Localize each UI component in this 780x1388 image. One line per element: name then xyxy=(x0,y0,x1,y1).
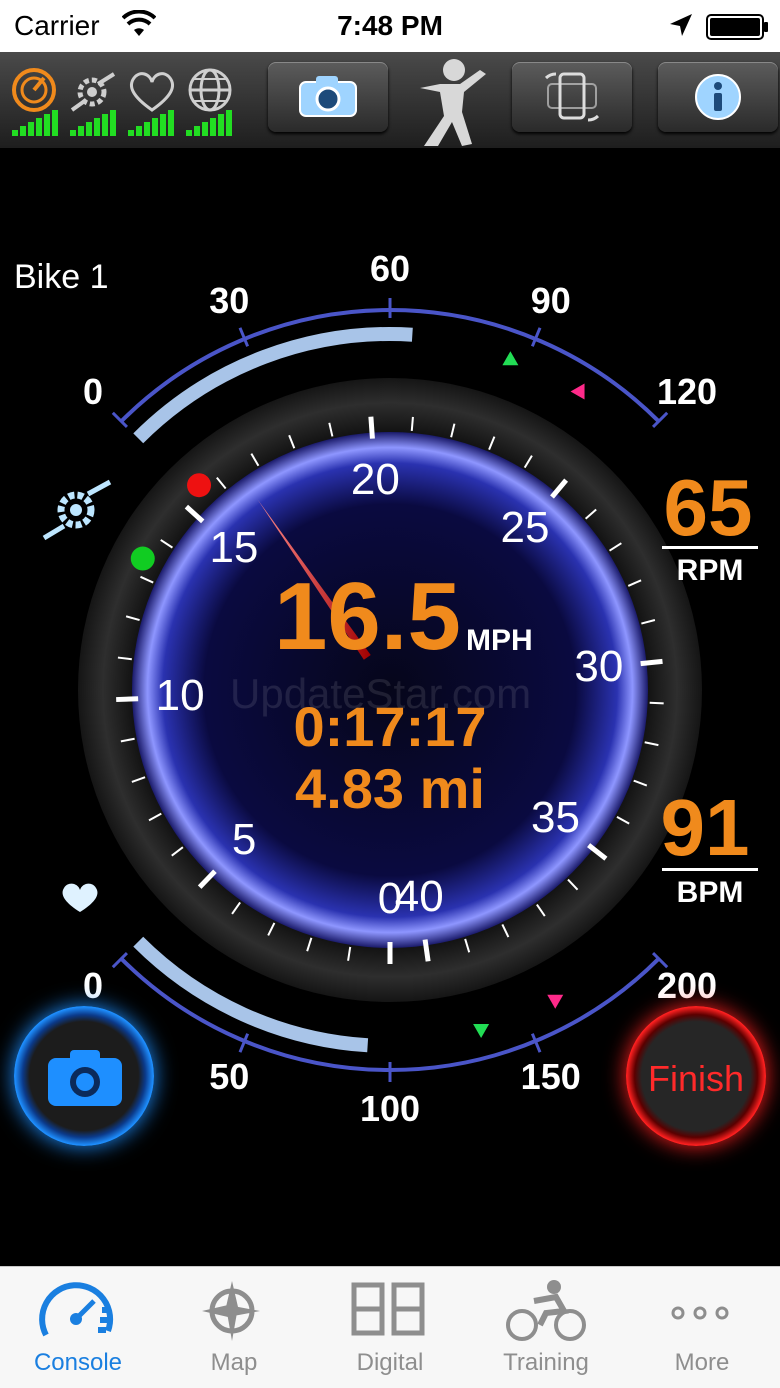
heart-rate-scale-label: 200 xyxy=(656,965,718,1007)
camera-icon xyxy=(48,1050,122,1106)
speedometer-icon xyxy=(39,1282,114,1337)
tab-label: Map xyxy=(210,1349,258,1376)
cadence-gear-icon xyxy=(42,478,112,549)
finish-button-label: Finish xyxy=(647,1058,745,1099)
heart-rate-target-low-marker xyxy=(473,1024,490,1039)
heart-rate-target-high-marker xyxy=(547,994,564,1009)
speed-scale-label: 40 xyxy=(394,871,444,921)
digital-display-icon xyxy=(351,1282,425,1336)
heart-rate-scale-label: 150 xyxy=(520,1056,581,1098)
tab-digital[interactable]: Digital xyxy=(312,1267,468,1388)
cadence-scale-label: 120 xyxy=(656,371,718,413)
heart-rate-icon xyxy=(60,880,100,919)
speed-tick xyxy=(649,701,664,705)
max-speed-dot xyxy=(187,473,212,498)
cadence-target-high-marker xyxy=(570,383,585,400)
cadence-unit: RPM xyxy=(676,554,744,587)
cadence-scale-label: 90 xyxy=(530,280,571,322)
avg-speed-dot xyxy=(130,546,155,571)
cyclist-icon xyxy=(506,1280,586,1341)
heart-rate-scale-label: 0 xyxy=(82,965,104,1007)
speed-scale-label: 5 xyxy=(231,815,257,865)
cadence-divider xyxy=(662,546,758,549)
speed-value: 16.5 xyxy=(274,563,461,670)
heart-rate-divider xyxy=(662,868,758,871)
tab-label: Console xyxy=(33,1349,123,1376)
tab-training[interactable]: Training xyxy=(468,1267,624,1388)
cadence-value: 65 xyxy=(663,463,753,552)
speed-scale-label: 15 xyxy=(209,523,259,573)
speed-scale-label: 10 xyxy=(155,671,205,721)
tab-console[interactable]: Console xyxy=(0,1267,156,1388)
photo-button[interactable] xyxy=(14,1006,154,1146)
elapsed-time: 0:17:17 xyxy=(293,695,487,758)
heart-rate-scale-label: 100 xyxy=(359,1088,421,1130)
cadence-scale-label: 60 xyxy=(369,248,411,290)
speed-tick xyxy=(410,416,414,431)
speed-tick xyxy=(368,416,375,439)
tab-bar: Console Map Digital Training More xyxy=(0,1266,780,1388)
tab-map[interactable]: Map xyxy=(156,1267,312,1388)
speed-scale-label: 20 xyxy=(350,454,400,504)
speed-tick xyxy=(422,939,431,962)
tab-label: More xyxy=(674,1349,730,1376)
cadence-scale-label: 0 xyxy=(82,371,104,413)
speed-unit: MPH xyxy=(466,624,533,657)
heart-rate-value: 91 xyxy=(660,783,750,872)
speed-scale-label: 30 xyxy=(574,642,624,692)
speed-scale-label: 25 xyxy=(500,503,550,553)
cadence-scale-label: 30 xyxy=(209,280,250,322)
heart-rate-unit: BPM xyxy=(676,876,744,909)
distance: 4.83 mi xyxy=(295,757,485,820)
finish-button[interactable]: Finish xyxy=(626,1006,766,1146)
map-compass-icon xyxy=(202,1281,260,1341)
tab-more[interactable]: More xyxy=(624,1267,780,1388)
cadence-target-low-marker xyxy=(502,351,519,366)
tab-label: Digital xyxy=(356,1349,424,1376)
tab-label: Training xyxy=(503,1349,589,1376)
speed-tick xyxy=(640,658,663,667)
more-dots-icon xyxy=(671,1306,729,1320)
heart-rate-scale-label: 50 xyxy=(209,1056,250,1098)
